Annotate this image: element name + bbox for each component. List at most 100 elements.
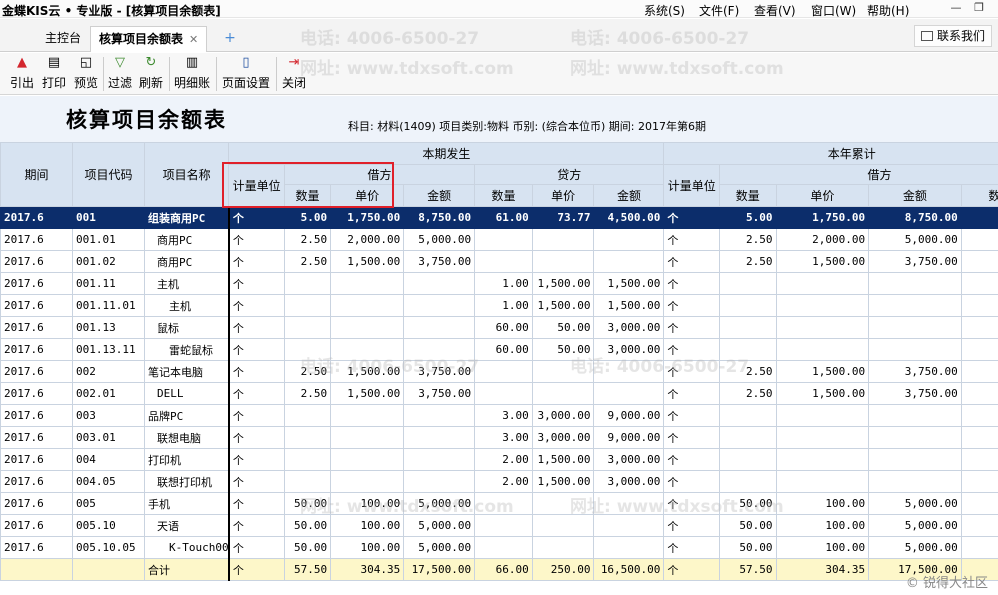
close-button[interactable]: ⇥ 关闭 xyxy=(282,55,306,91)
cell-ytd-amount xyxy=(868,404,962,427)
cell-ytd-qty: 50.00 xyxy=(718,492,777,515)
cell-ytd-qty: 2.50 xyxy=(718,228,777,251)
table-row[interactable]: 2017.6 005 手机个 50.00 100.00 5,000.00 个 50.00 100… xyxy=(0,492,998,515)
table-row[interactable]: 2017.6001.13鼠标个60.0050.003,000.00个6 xyxy=(0,316,998,339)
cell-credit-amount: 3,000.00 xyxy=(593,448,665,471)
add-tab-icon[interactable]: + xyxy=(222,31,238,47)
cell-credit-price xyxy=(531,536,595,559)
table-row[interactable]: 2017.6 001.11.01 主机个 1.00 1,500.00 1,500.00 个 xyxy=(0,294,998,317)
col-unit-ytd[interactable]: 计量单位 xyxy=(663,164,720,207)
cell-ytd-qty xyxy=(718,470,777,493)
table-row[interactable]: 2017.6 002.01 DELL 个 2.50 1,500.00 3,750.00 个 2.… xyxy=(0,382,998,405)
cell-unit-ytd: 个 xyxy=(663,294,720,317)
col-unit[interactable]: 计量单位 xyxy=(228,164,285,207)
col-ytd-price[interactable]: 单价 xyxy=(775,184,870,207)
export-button[interactable]: ▲ 引出 xyxy=(10,55,34,91)
restore-icon[interactable]: ❐ xyxy=(970,1,988,14)
refresh-button[interactable]: ↻ 刷新 xyxy=(139,55,163,91)
preview-button[interactable]: ◱ 预览 xyxy=(74,55,98,91)
cell-ytd-price xyxy=(775,338,870,361)
menu-system[interactable]: 系统(S) xyxy=(644,2,685,19)
menu-window[interactable]: 窗口(W) xyxy=(811,2,856,19)
cell-debit-qty: 50.00 xyxy=(283,536,332,559)
cell-debit-qty: 50.00 xyxy=(283,514,332,537)
col-debit-amount[interactable]: 金额 xyxy=(403,184,476,207)
cell-code: 002 xyxy=(72,360,145,383)
cell-ytd-amount: 3,750.00 xyxy=(868,382,962,405)
filter-button[interactable]: ▽ 过滤 xyxy=(108,55,132,91)
col-credit-qty[interactable]: 数量 xyxy=(474,184,533,207)
cell-ytd-qty xyxy=(718,426,777,449)
cell-ytd-credit-qty: 6 xyxy=(960,316,998,339)
print-button[interactable]: ▤ 打印 xyxy=(42,55,66,91)
detail-ledger-label: 明细账 xyxy=(174,76,211,90)
cell-debit-qty xyxy=(283,470,332,493)
export-icon: ▲ xyxy=(17,55,27,70)
menu-view[interactable]: 查看(V) xyxy=(754,2,796,19)
table-row[interactable]: 2017.6 001.11 主机个 1.00 1,500.00 1,500.00 个 xyxy=(0,272,998,295)
cell-unit-ytd: 个 xyxy=(663,426,720,449)
col-debit-price[interactable]: 单价 xyxy=(330,184,405,207)
col-ytd-credit-qty[interactable]: 数量 xyxy=(960,184,998,207)
report-info: 科目: 材料(1409) 项目类别:物料 币别: (综合本位币) 期间: 201… xyxy=(348,120,706,133)
cell-debit-qty: 2.50 xyxy=(283,360,332,383)
cell-period: 2017.6 xyxy=(0,536,73,559)
table-row[interactable]: 2017.6 004.05 联想打印机个 2.00 1,500.00 3,000.00 个 xyxy=(0,470,998,493)
cell-unit-ytd: 个 xyxy=(663,448,720,471)
summary-row[interactable]: 2017.6 001 组装商用PC 个 5.00 1,750.00 8,750.00 61.0… xyxy=(0,206,998,229)
col-code[interactable]: 项目代码 xyxy=(72,142,145,207)
cell-code: 001.02 xyxy=(72,250,145,273)
cell-ytd-price: 100.00 xyxy=(775,514,870,537)
cell-code: 002.01 xyxy=(72,382,145,405)
cell-ytd-amount: 5,000.00 xyxy=(868,228,962,251)
balance-table: 期间 项目代码 项目名称 本期发生 本年累计 计量单位 借方 贷方 计量单位 借… xyxy=(0,142,998,581)
minimize-icon[interactable]: — xyxy=(947,1,965,14)
cell-debit-amount xyxy=(403,448,476,471)
cell-period: 2017.6 xyxy=(0,228,73,251)
cell-name: DELL xyxy=(143,382,230,405)
tab-balance-report[interactable]: 核算项目余额表 ✕ xyxy=(90,26,208,52)
total-row[interactable]: 合计个 57.50 304.35 17,500.00 66.00 250.00 16,500… xyxy=(0,558,998,581)
col-ytd-qty[interactable]: 数量 xyxy=(718,184,777,207)
cell-ytd-price xyxy=(775,448,870,471)
cell-debit-amount xyxy=(403,272,476,295)
cell-name: 品牌PC xyxy=(143,404,230,427)
col-ytd-amount[interactable]: 金额 xyxy=(868,184,962,207)
cell-ytd-credit-qty xyxy=(960,492,998,515)
cell-ytd-amount: 5,000.00 xyxy=(868,514,962,537)
table-row[interactable]: 2017.6 001.02 商用PC 个 2.50 1,500.00 3,750.00 个 2.… xyxy=(0,250,998,273)
col-credit-amount[interactable]: 金额 xyxy=(593,184,665,207)
table-row[interactable]: 2017.6 005.10.05 K-Touch005 个 50.00 100.00 5,0… xyxy=(0,536,998,559)
cell-debit-price xyxy=(330,338,405,361)
col-debit-qty[interactable]: 数量 xyxy=(283,184,332,207)
cell-ytd-amount: 8,750.00 xyxy=(868,206,962,229)
col-period[interactable]: 期间 xyxy=(0,142,73,207)
contact-us-button[interactable]: 联系我们 xyxy=(913,25,992,47)
menu-help[interactable]: 帮助(H) xyxy=(867,2,909,19)
menu-file[interactable]: 文件(F) xyxy=(699,2,739,19)
col-credit-price[interactable]: 单价 xyxy=(531,184,595,207)
table-row[interactable]: 2017.6 005.10 天语个 50.00 100.00 5,000.00 个 50.00… xyxy=(0,514,998,537)
table-row[interactable]: 2017.6 003 品牌PC 个 3.00 3,000.00 9,000.00 个 xyxy=(0,404,998,427)
cell-ytd-qty: 50.00 xyxy=(718,514,777,537)
table-row[interactable]: 2017.6001.13.11雷蛇鼠标个60.0050.003,000.00个6 xyxy=(0,338,998,361)
cell-credit-qty xyxy=(474,514,533,537)
cell-ytd-price xyxy=(775,470,870,493)
cell-credit-amount: 3,000.00 xyxy=(593,316,665,339)
table-row[interactable]: 2017.6 003.01 联想电脑个 3.00 3,000.00 9,000.00 个 xyxy=(0,426,998,449)
cell-credit-qty: 60.00 xyxy=(474,338,533,361)
page-setup-button[interactable]: ▯ 页面设置 xyxy=(222,55,270,91)
toolbar: ▲ 引出 ▤ 打印 ◱ 预览 ▽ 过滤 ↻ 刷新 ▥ 明细账 ▯ 页面设置 ⇥ 关闭 xyxy=(0,53,998,95)
cell-period: 2017.6 xyxy=(0,404,73,427)
table-row[interactable]: 2017.6 002 笔记本电脑个 2.50 1,500.00 3,750.00 个 2.50… xyxy=(0,360,998,383)
cell-ytd-qty: 2.50 xyxy=(718,360,777,383)
col-name[interactable]: 项目名称 xyxy=(143,142,230,207)
cell-name: 合计 xyxy=(143,558,230,581)
table-row[interactable]: 2017.6 001.01 商用PC 个 2.50 2,000.00 5,000.00 个 2.… xyxy=(0,228,998,251)
close-icon[interactable]: ✕ xyxy=(189,33,198,46)
table-row[interactable]: 2017.6 004 打印机个 2.00 1,500.00 3,000.00 个 xyxy=(0,448,998,471)
cell-unit-ytd: 个 xyxy=(663,382,720,405)
balance-grid[interactable]: 期间 项目代码 项目名称 本期发生 本年累计 计量单位 借方 贷方 计量单位 借… xyxy=(0,142,998,595)
detail-ledger-button[interactable]: ▥ 明细账 xyxy=(174,55,210,91)
tab-home[interactable]: 主控台 xyxy=(37,26,89,52)
